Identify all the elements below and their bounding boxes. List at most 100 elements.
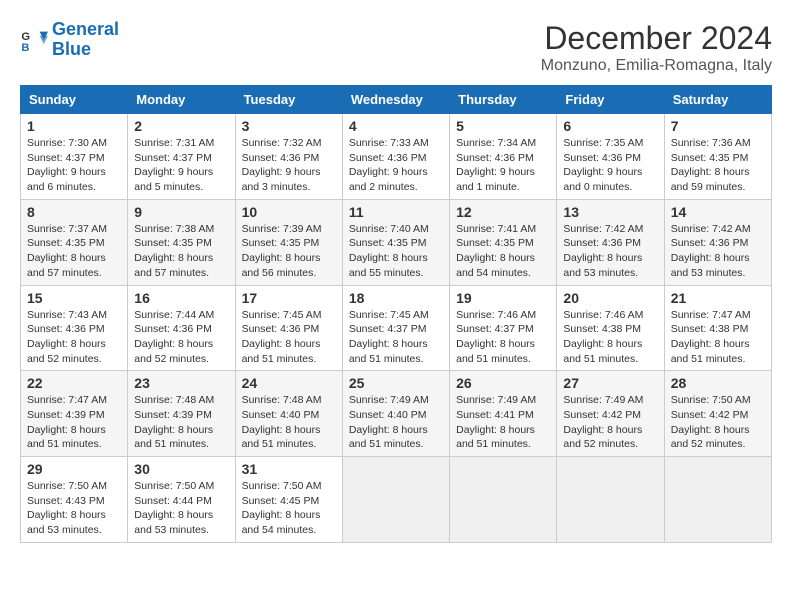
svg-text:G: G [21, 31, 30, 43]
calendar-cell: 27 Sunrise: 7:49 AM Sunset: 4:42 PM Dayli… [557, 371, 664, 457]
page-header: G B General Blue December 2024 Monzuno, … [20, 20, 772, 75]
svg-text:B: B [21, 42, 29, 54]
logo-icon: G B [20, 26, 48, 54]
day-content: Sunrise: 7:39 AM Sunset: 4:35 PM Dayligh… [242, 222, 336, 281]
day-content: Sunrise: 7:41 AM Sunset: 4:35 PM Dayligh… [456, 222, 550, 281]
day-number: 6 [563, 118, 657, 134]
calendar-cell: 7Sunrise: 7:36 AM Sunset: 4:35 PM Daylig… [664, 114, 771, 200]
day-number: 2 [134, 118, 228, 134]
calendar-cell: 9Sunrise: 7:38 AM Sunset: 4:35 PM Daylig… [128, 199, 235, 285]
day-content: Sunrise: 7:35 AM Sunset: 4:36 PM Dayligh… [563, 136, 657, 195]
col-saturday: Saturday [664, 86, 771, 114]
day-content: Sunrise: 7:46 AM Sunset: 4:37 PM Dayligh… [456, 308, 550, 367]
calendar-week-row: 22 Sunrise: 7:47 AM Sunset: 4:39 PM Dayli… [21, 371, 772, 457]
calendar-cell: 12 Sunrise: 7:41 AM Sunset: 4:35 PM Dayli… [450, 199, 557, 285]
calendar-cell: 30 Sunrise: 7:50 AM Sunset: 4:44 PM Dayli… [128, 457, 235, 543]
calendar-week-row: 8 Sunrise: 7:37 AM Sunset: 4:35 PM Daylig… [21, 199, 772, 285]
day-content: Sunrise: 7:36 AM Sunset: 4:35 PM Dayligh… [671, 136, 765, 195]
calendar-cell: 26 Sunrise: 7:49 AM Sunset: 4:41 PM Dayli… [450, 371, 557, 457]
day-number: 14 [671, 204, 765, 220]
day-number: 26 [456, 375, 550, 391]
calendar-cell: 24Sunrise: 7:48 AM Sunset: 4:40 PM Dayli… [235, 371, 342, 457]
day-number: 30 [134, 461, 228, 477]
title-section: December 2024 Monzuno, Emilia-Romagna, I… [541, 20, 772, 75]
day-content: Sunrise: 7:47 AM Sunset: 4:38 PM Dayligh… [671, 308, 765, 367]
day-number: 9 [134, 204, 228, 220]
day-content: Sunrise: 7:47 AM Sunset: 4:39 PM Dayligh… [27, 393, 121, 452]
calendar-cell: 31 Sunrise: 7:50 AM Sunset: 4:45 PM Dayli… [235, 457, 342, 543]
day-number: 31 [242, 461, 336, 477]
calendar-cell: 14 Sunrise: 7:42 AM Sunset: 4:36 PM Dayli… [664, 199, 771, 285]
day-number: 20 [563, 290, 657, 306]
day-content: Sunrise: 7:33 AM Sunset: 4:36 PM Dayligh… [349, 136, 443, 195]
day-content: Sunrise: 7:48 AM Sunset: 4:40 PM Dayligh… [242, 393, 336, 452]
day-content: Sunrise: 7:48 AM Sunset: 4:39 PM Dayligh… [134, 393, 228, 452]
day-number: 27 [563, 375, 657, 391]
col-thursday: Thursday [450, 86, 557, 114]
calendar-cell: 11 Sunrise: 7:40 AM Sunset: 4:35 PM Dayli… [342, 199, 449, 285]
col-wednesday: Wednesday [342, 86, 449, 114]
day-number: 11 [349, 204, 443, 220]
day-content: Sunrise: 7:49 AM Sunset: 4:40 PM Dayligh… [349, 393, 443, 452]
day-content: Sunrise: 7:50 AM Sunset: 4:43 PM Dayligh… [27, 479, 121, 538]
calendar-cell: 5 Sunrise: 7:34 AM Sunset: 4:36 PM Daylig… [450, 114, 557, 200]
day-number: 8 [27, 204, 121, 220]
day-number: 25 [349, 375, 443, 391]
logo: G B General Blue [20, 20, 119, 60]
day-number: 18 [349, 290, 443, 306]
day-number: 15 [27, 290, 121, 306]
calendar-header-row: Sunday Monday Tuesday Wednesday Thursday… [21, 86, 772, 114]
calendar-week-row: 29 Sunrise: 7:50 AM Sunset: 4:43 PM Dayli… [21, 457, 772, 543]
day-content: Sunrise: 7:32 AM Sunset: 4:36 PM Dayligh… [242, 136, 336, 195]
calendar-cell: 17Sunrise: 7:45 AM Sunset: 4:36 PM Dayli… [235, 285, 342, 371]
day-number: 5 [456, 118, 550, 134]
col-monday: Monday [128, 86, 235, 114]
day-number: 13 [563, 204, 657, 220]
day-number: 3 [242, 118, 336, 134]
day-number: 16 [134, 290, 228, 306]
calendar-cell: 8 Sunrise: 7:37 AM Sunset: 4:35 PM Daylig… [21, 199, 128, 285]
day-content: Sunrise: 7:34 AM Sunset: 4:36 PM Dayligh… [456, 136, 550, 195]
calendar-week-row: 1Sunrise: 7:30 AM Sunset: 4:37 PM Daylig… [21, 114, 772, 200]
day-content: Sunrise: 7:50 AM Sunset: 4:45 PM Dayligh… [242, 479, 336, 538]
day-number: 10 [242, 204, 336, 220]
day-content: Sunrise: 7:44 AM Sunset: 4:36 PM Dayligh… [134, 308, 228, 367]
day-number: 4 [349, 118, 443, 134]
calendar-cell: 4 Sunrise: 7:33 AM Sunset: 4:36 PM Daylig… [342, 114, 449, 200]
day-content: Sunrise: 7:37 AM Sunset: 4:35 PM Dayligh… [27, 222, 121, 281]
day-content: Sunrise: 7:50 AM Sunset: 4:44 PM Dayligh… [134, 479, 228, 538]
calendar-cell: 3 Sunrise: 7:32 AM Sunset: 4:36 PM Daylig… [235, 114, 342, 200]
day-number: 22 [27, 375, 121, 391]
day-content: Sunrise: 7:49 AM Sunset: 4:41 PM Dayligh… [456, 393, 550, 452]
day-content: Sunrise: 7:40 AM Sunset: 4:35 PM Dayligh… [349, 222, 443, 281]
col-tuesday: Tuesday [235, 86, 342, 114]
calendar-cell: 1Sunrise: 7:30 AM Sunset: 4:37 PM Daylig… [21, 114, 128, 200]
calendar-cell: 2Sunrise: 7:31 AM Sunset: 4:37 PM Daylig… [128, 114, 235, 200]
calendar-cell: 25 Sunrise: 7:49 AM Sunset: 4:40 PM Dayli… [342, 371, 449, 457]
col-sunday: Sunday [21, 86, 128, 114]
calendar-cell: 6 Sunrise: 7:35 AM Sunset: 4:36 PM Daylig… [557, 114, 664, 200]
col-friday: Friday [557, 86, 664, 114]
day-content: Sunrise: 7:49 AM Sunset: 4:42 PM Dayligh… [563, 393, 657, 452]
day-content: Sunrise: 7:45 AM Sunset: 4:37 PM Dayligh… [349, 308, 443, 367]
calendar-cell [450, 457, 557, 543]
day-content: Sunrise: 7:42 AM Sunset: 4:36 PM Dayligh… [671, 222, 765, 281]
day-content: Sunrise: 7:42 AM Sunset: 4:36 PM Dayligh… [563, 222, 657, 281]
calendar-cell [664, 457, 771, 543]
calendar-cell: 16 Sunrise: 7:44 AM Sunset: 4:36 PM Dayli… [128, 285, 235, 371]
calendar-cell: 23 Sunrise: 7:48 AM Sunset: 4:39 PM Dayli… [128, 371, 235, 457]
location: Monzuno, Emilia-Romagna, Italy [541, 57, 772, 75]
calendar-week-row: 15Sunrise: 7:43 AM Sunset: 4:36 PM Dayli… [21, 285, 772, 371]
day-content: Sunrise: 7:45 AM Sunset: 4:36 PM Dayligh… [242, 308, 336, 367]
calendar-cell [342, 457, 449, 543]
day-number: 21 [671, 290, 765, 306]
day-number: 29 [27, 461, 121, 477]
day-content: Sunrise: 7:46 AM Sunset: 4:38 PM Dayligh… [563, 308, 657, 367]
calendar-cell: 21 Sunrise: 7:47 AM Sunset: 4:38 PM Dayli… [664, 285, 771, 371]
day-number: 19 [456, 290, 550, 306]
day-number: 23 [134, 375, 228, 391]
calendar-cell: 15Sunrise: 7:43 AM Sunset: 4:36 PM Dayli… [21, 285, 128, 371]
calendar-cell: 18 Sunrise: 7:45 AM Sunset: 4:37 PM Dayli… [342, 285, 449, 371]
calendar-cell: 20 Sunrise: 7:46 AM Sunset: 4:38 PM Dayli… [557, 285, 664, 371]
day-number: 12 [456, 204, 550, 220]
